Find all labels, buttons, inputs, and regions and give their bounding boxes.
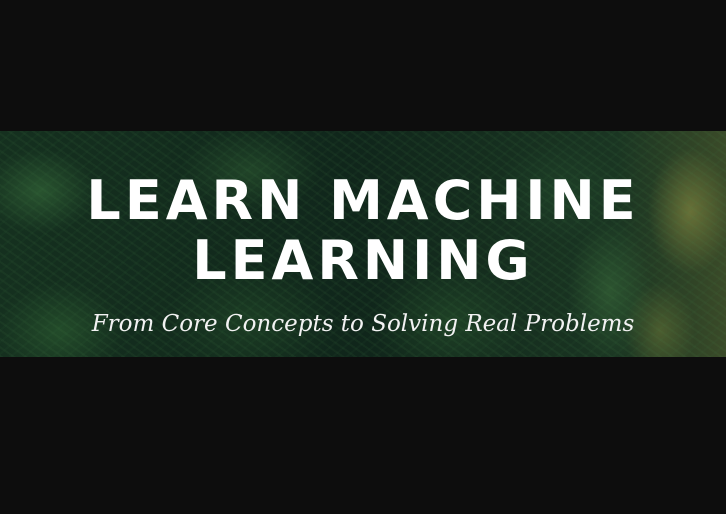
- hero-banner: LEARN MACHINE LEARNING From Core Concept…: [0, 131, 726, 357]
- banner-title-line1: LEARN MACHINE: [86, 169, 640, 232]
- banner-subtitle: From Core Concepts to Solving Real Probl…: [91, 311, 635, 337]
- banner-title-line2: LEARNING: [192, 229, 534, 292]
